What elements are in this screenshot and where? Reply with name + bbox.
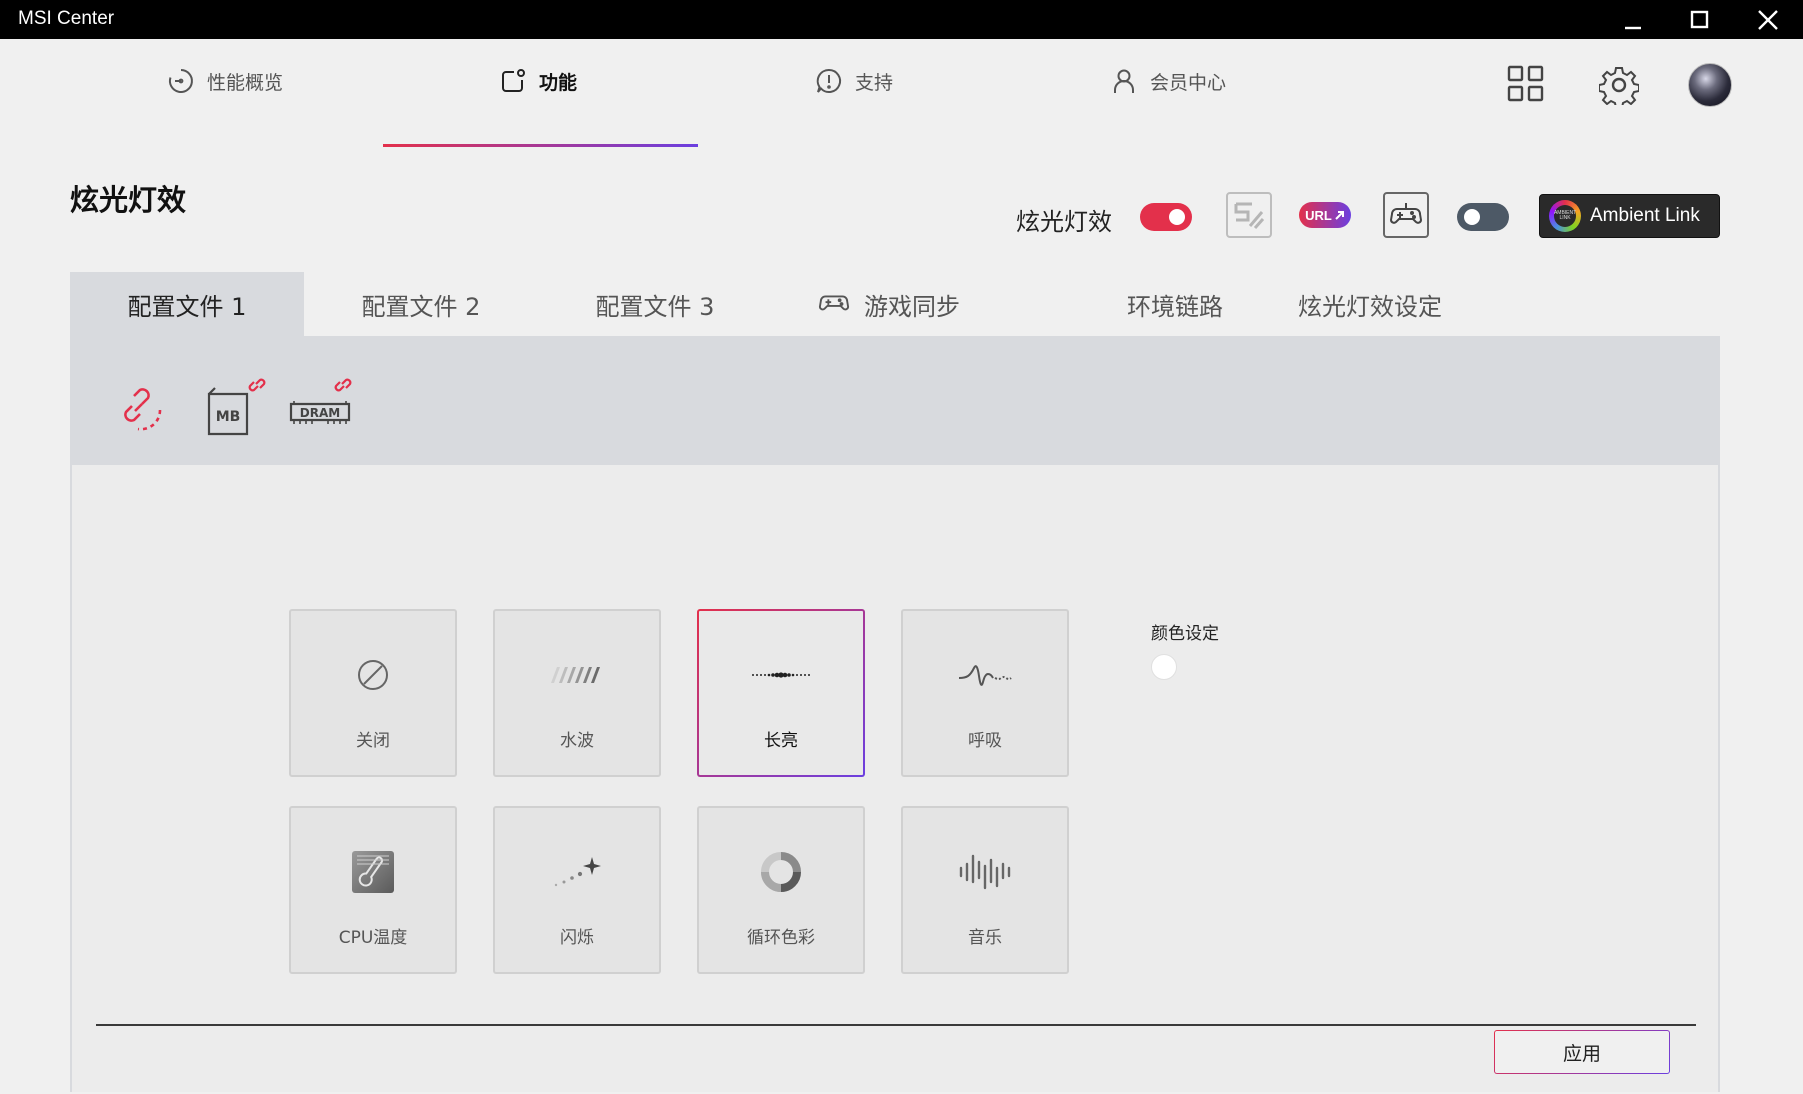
device-strip: MB DRAM (70, 336, 1720, 465)
game-mode-button[interactable] (1383, 192, 1429, 238)
effect-color-cycle[interactable]: 循环色彩 (697, 806, 865, 974)
effect-label: 关闭 (356, 731, 390, 751)
tab-profile-3[interactable]: 配置文件 3 (538, 272, 772, 336)
effect-label: 音乐 (968, 928, 1002, 948)
effect-cpu-temp[interactable]: CPU温度 (289, 806, 457, 974)
tab-profile-1[interactable]: 配置文件 1 (70, 272, 304, 336)
color-settings-label: 颜色设定 (1151, 624, 1219, 644)
close-button[interactable] (1733, 0, 1803, 39)
tab-label: 配置文件 1 (127, 292, 247, 321)
nav-label: 支持 (855, 71, 894, 94)
nav-performance-overview[interactable]: 性能概览 (167, 61, 283, 101)
tab-label: 游戏同步 (864, 292, 960, 321)
external-link-icon (1335, 210, 1344, 220)
maximize-icon (1690, 10, 1709, 28)
url-button[interactable]: URL (1299, 202, 1351, 228)
support-icon (816, 68, 842, 93)
nav-support[interactable]: 支持 (815, 61, 893, 101)
gamepad-icon (1389, 203, 1423, 224)
effect-label: CPU温度 (338, 928, 408, 948)
app-title: MSI Center (18, 8, 115, 29)
effect-label: 水波 (560, 731, 594, 751)
cpu-temp-icon (352, 851, 394, 893)
music-icon (959, 854, 1011, 890)
tab-label: 配置文件 3 (595, 292, 715, 321)
settings-button[interactable] (1598, 64, 1640, 106)
nav-label: 功能 (539, 71, 578, 94)
tab-game-sync[interactable]: 游戏同步 (804, 272, 974, 336)
ambient-link-logo: AMBIENT LINK (1549, 200, 1581, 232)
wave-icon (551, 667, 600, 683)
tab-rgb-settings[interactable]: 炫光灯效设定 (1270, 272, 1470, 336)
grid-icon (1507, 65, 1544, 102)
effect-wave[interactable]: 水波 (493, 609, 661, 777)
rgb-toggle-label: 炫光灯效 (1016, 208, 1112, 236)
effect-label: 闪烁 (560, 928, 594, 948)
tab-profile-2[interactable]: 配置文件 2 (304, 272, 538, 336)
dram-icon: DRAM (289, 378, 352, 424)
ambient-link-button[interactable]: AMBIENT LINK Ambient Link (1539, 194, 1720, 238)
linked-badge-icon (248, 378, 266, 392)
url-badge-text: URL (1305, 207, 1332, 223)
mb-label: MB (216, 409, 241, 425)
tab-label: 炫光灯效设定 (1298, 292, 1442, 321)
effect-off[interactable]: 关闭 (289, 609, 457, 777)
active-nav-underline (383, 144, 698, 147)
flash-icon (554, 857, 601, 887)
sync-logo-icon (1234, 202, 1265, 229)
sync-all-devices-button[interactable] (118, 386, 164, 436)
sync-link-icon (124, 388, 162, 431)
tab-ambient-link[interactable]: 环境链路 (1080, 272, 1270, 336)
effects-panel: 关闭 水波 长亮 呼吸 CPU温度 闪烁 循环色彩 音乐 颜色设定 应用 (70, 465, 1720, 1092)
nav-features[interactable]: 功能 (499, 61, 577, 101)
gear-icon (1599, 67, 1639, 105)
color-cycle-icon (761, 852, 801, 892)
linked-badge-icon (334, 378, 352, 392)
profile-tab-bar: 配置文件 1 配置文件 2 配置文件 3 游戏同步 环境链路 炫光灯效设定 (70, 272, 1720, 336)
effect-flash[interactable]: 闪烁 (493, 806, 661, 974)
dram-label: DRAM (300, 406, 340, 420)
sync-logo-button[interactable] (1226, 192, 1272, 238)
effect-label: 循环色彩 (747, 928, 815, 948)
divider (96, 1024, 1696, 1026)
device-mb[interactable]: MB (204, 376, 274, 442)
tab-label: 环境链路 (1127, 292, 1223, 321)
user-icon (1114, 69, 1134, 93)
effect-label: 长亮 (764, 731, 798, 751)
nav-label: 会员中心 (1150, 71, 1227, 94)
apply-button[interactable]: 应用 (1494, 1030, 1670, 1074)
off-icon (358, 660, 388, 690)
close-icon (1758, 9, 1778, 30)
gamepad-icon (818, 295, 850, 311)
page-title: 炫光灯效 (70, 183, 187, 217)
minimize-button[interactable] (1598, 0, 1668, 39)
color-swatch[interactable] (1151, 654, 1177, 680)
game-sync-toggle[interactable] (1457, 203, 1509, 231)
nav-member-center[interactable]: 会员中心 (1110, 61, 1226, 101)
effect-label: 呼吸 (968, 731, 1002, 751)
effect-breathing[interactable]: 呼吸 (901, 609, 1069, 777)
minimize-icon (1625, 26, 1641, 29)
tab-label: 配置文件 2 (361, 292, 481, 321)
motherboard-icon: MB (207, 378, 266, 436)
effect-music[interactable]: 音乐 (901, 806, 1069, 974)
steady-icon (752, 672, 810, 678)
nav-label: 性能概览 (207, 71, 284, 94)
app-window: 性能概览 功能 支持 会员中心 炫光灯效 炫光灯效 URL AMBIENT LI… (2, 39, 1801, 1092)
ambient-logo-text: AMBIENT LINK (1554, 205, 1576, 227)
feature-icon (502, 69, 525, 92)
app-grid-button[interactable] (1506, 64, 1546, 104)
breathing-icon (958, 665, 1012, 686)
rgb-main-toggle[interactable] (1140, 203, 1192, 231)
title-bar: MSI Center (0, 0, 1803, 39)
ambient-link-label: Ambient Link (1590, 205, 1700, 226)
device-dram[interactable]: DRAM (288, 376, 368, 442)
gauge-icon (168, 69, 193, 93)
maximize-button[interactable] (1665, 0, 1735, 39)
avatar[interactable] (1688, 63, 1732, 107)
effect-steady[interactable]: 长亮 (697, 609, 865, 777)
